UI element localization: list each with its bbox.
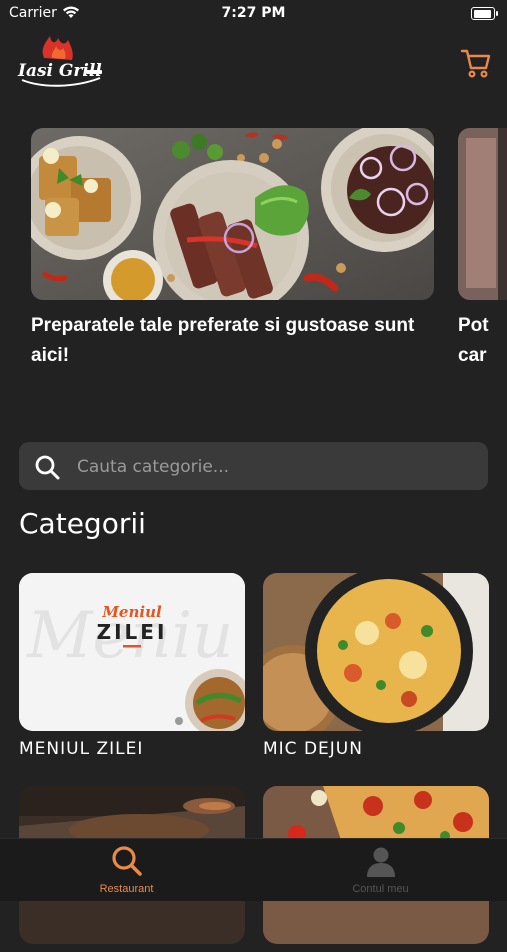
category-image: Meniu Meniul ZILEI xyxy=(19,573,245,731)
category-card-meniul-zilei[interactable]: Meniu Meniul ZILEI MENIUL ZILEI xyxy=(19,573,245,759)
promo-caption: Pot car xyxy=(458,315,489,366)
promo-caption: Preparatele tale preferate si gustoase s… xyxy=(31,315,415,366)
status-time: 7:27 PM xyxy=(221,5,286,21)
tab-restaurant[interactable]: Restaurant xyxy=(0,839,253,901)
tab-contul-meu[interactable]: Contul meu xyxy=(254,839,507,901)
category-image-title-top: Meniul xyxy=(101,603,162,621)
tab-label: Contul meu xyxy=(352,883,409,895)
category-card-mic-dejun[interactable]: MIC DEJUN xyxy=(263,573,489,759)
search-bar[interactable] xyxy=(19,442,488,492)
status-bar: Carrier 7:27 PM xyxy=(0,0,507,28)
category-image-title-bottom: ZILEI xyxy=(97,620,168,644)
category-label: MIC DEJUN xyxy=(263,739,363,759)
promo-slide[interactable]: Pot car xyxy=(458,128,507,371)
promo-carousel[interactable]: Preparatele tale preferate si gustoase s… xyxy=(0,128,507,378)
promo-slide-image xyxy=(458,128,507,300)
search-icon xyxy=(112,846,142,876)
tab-label: Restaurant xyxy=(99,883,154,895)
category-image xyxy=(263,573,489,731)
tab-bar: Restaurant Contul meu xyxy=(0,838,507,901)
categories-title: Categorii xyxy=(19,507,146,540)
battery-icon xyxy=(471,7,498,20)
iasi-grill-logo: Iasi Grill xyxy=(17,36,102,87)
search-input[interactable] xyxy=(75,442,479,492)
promo-slide-image xyxy=(31,128,434,300)
search-icon xyxy=(35,455,60,480)
cart-icon[interactable] xyxy=(459,46,493,80)
user-icon xyxy=(367,847,395,877)
promo-slide[interactable]: Preparatele tale preferate si gustoase s… xyxy=(31,128,434,371)
category-label: MENIUL ZILEI xyxy=(19,739,144,759)
